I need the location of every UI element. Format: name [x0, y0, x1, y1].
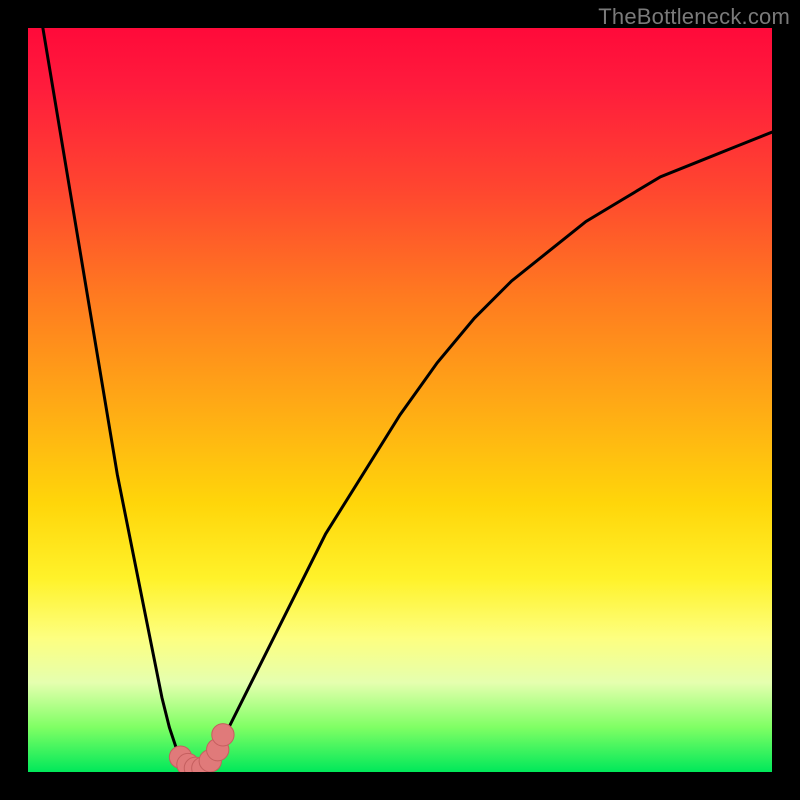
bottleneck-markers — [169, 724, 234, 772]
right-branch-curve — [199, 132, 772, 772]
watermark-label: TheBottleneck.com — [598, 4, 790, 30]
bottleneck-marker — [212, 724, 234, 746]
plot-area — [28, 28, 772, 772]
left-branch-curve — [43, 28, 199, 772]
bottleneck-curve-chart — [28, 28, 772, 772]
